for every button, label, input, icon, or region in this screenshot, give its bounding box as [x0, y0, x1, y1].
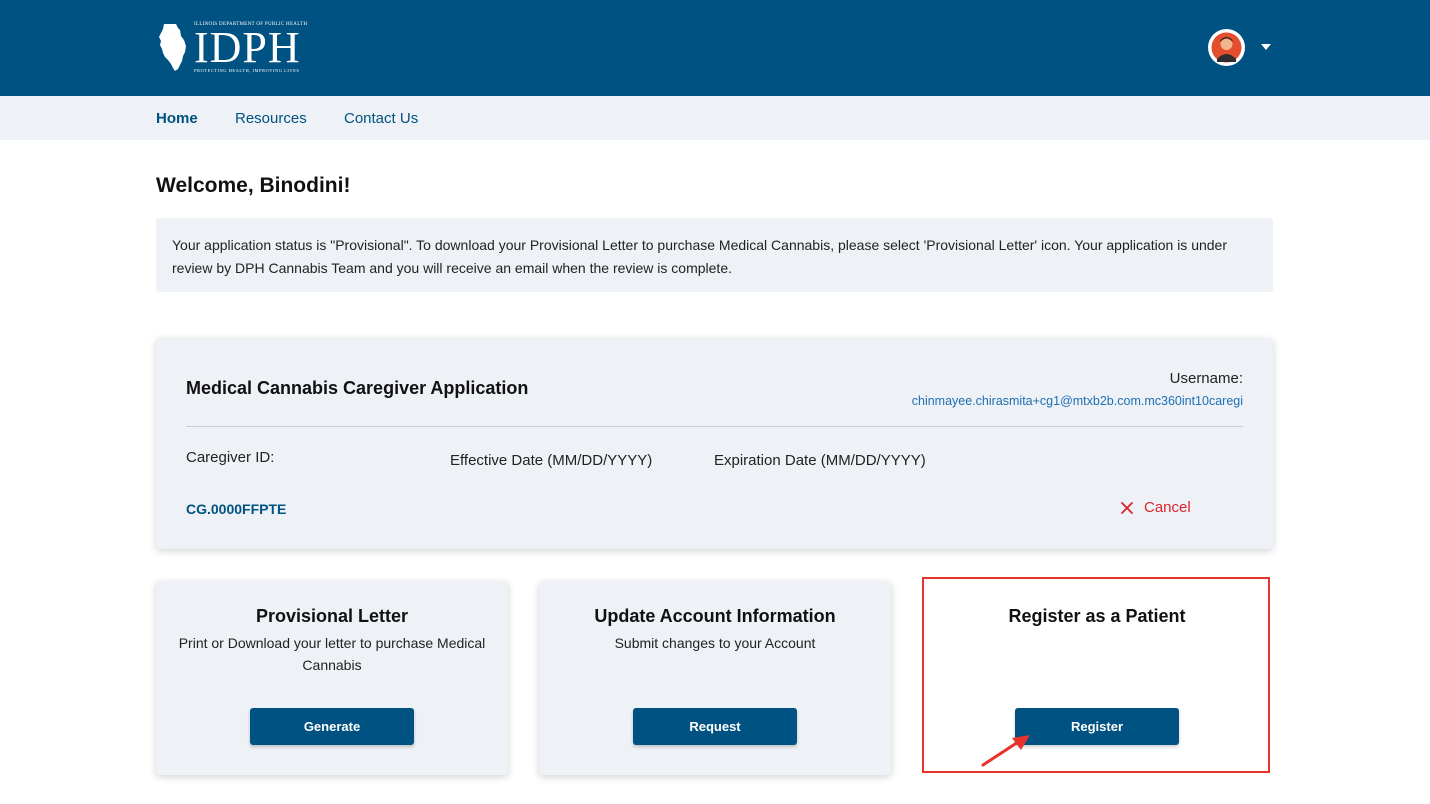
main-nav: Home Resources Contact Us	[0, 96, 1430, 140]
application-card: Medical Cannabis Caregiver Application U…	[156, 338, 1273, 549]
tile-description: Print or Download your letter to purchas…	[178, 635, 486, 673]
logo-tagline: PROTECTING HEALTH, IMPROVING LIVES	[194, 67, 300, 73]
nav-item-home[interactable]: Home	[156, 110, 198, 127]
nav-item-contact-us[interactable]: Contact Us	[344, 110, 418, 127]
tile-provisional-letter: Provisional Letter Print or Download you…	[156, 581, 508, 775]
application-title: Medical Cannabis Caregiver Application	[186, 378, 529, 398]
username-value: chinmayee.chirasmita+cg1@mtxb2b.com.mc36…	[911, 394, 1243, 408]
caret-down-icon[interactable]	[1261, 44, 1271, 50]
illinois-state-icon	[159, 24, 186, 71]
logo-main-text: IDPH	[194, 22, 301, 72]
cancel-button[interactable]: Cancel	[1120, 499, 1191, 516]
status-notice: Your application status is "Provisional"…	[156, 218, 1273, 292]
close-icon	[1121, 501, 1133, 514]
caregiver-id-value: CG.0000FFPTE	[186, 501, 287, 517]
idph-logo[interactable]: ILLINOIS DEPARTMENT OF PUBLIC HEALTH IDP…	[156, 20, 316, 74]
generate-button[interactable]: Generate	[250, 708, 414, 745]
effective-date-label: Effective Date (MM/DD/YYYY)	[450, 452, 653, 469]
tile-title: Provisional Letter	[255, 606, 409, 626]
nav-item-resources[interactable]: Resources	[235, 110, 307, 127]
page-title: Welcome, Binodini!	[156, 174, 351, 197]
tile-title: Update Account Information	[594, 606, 836, 626]
tile-description: Submit changes to your Account	[614, 635, 816, 651]
top-header: ILLINOIS DEPARTMENT OF PUBLIC HEALTH IDP…	[0, 0, 1430, 96]
request-button[interactable]: Request	[633, 708, 797, 745]
caregiver-id-label: Caregiver ID:	[186, 449, 275, 466]
tile-title: Register as a Patient	[1008, 606, 1186, 626]
register-button[interactable]: Register	[1015, 708, 1179, 745]
tile-update-account: Update Account Information Submit change…	[539, 581, 891, 775]
user-avatar[interactable]	[1208, 29, 1245, 66]
avatar-image	[1211, 32, 1242, 63]
username-label: Username:	[1169, 370, 1243, 387]
tile-register-patient: Register as a Patient Register	[921, 581, 1273, 775]
cancel-label: Cancel	[1144, 499, 1191, 516]
expiration-date-label: Expiration Date (MM/DD/YYYY)	[714, 452, 926, 469]
card-divider	[186, 426, 1243, 427]
